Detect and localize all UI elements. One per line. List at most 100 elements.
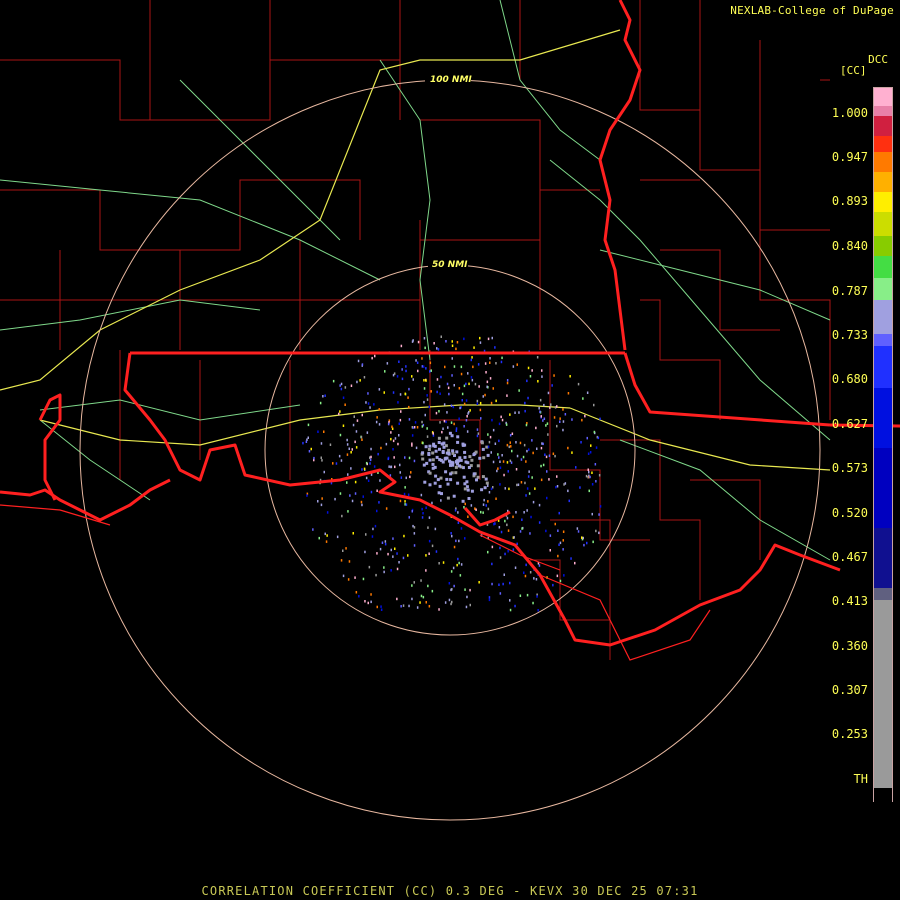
radar-echo (526, 509, 528, 512)
radar-echo (385, 507, 388, 510)
radar-echo (340, 559, 343, 562)
radar-echo (450, 532, 452, 535)
radar-echo (549, 534, 552, 537)
radar-echo (387, 422, 390, 426)
radar-echo (344, 403, 346, 406)
radar-echo (348, 560, 351, 563)
radar-echo (305, 440, 308, 443)
radar-echo (571, 451, 573, 454)
radar-echo (500, 530, 503, 534)
scale-tick: 0.733 (831, 328, 868, 342)
radar-echo (492, 387, 494, 390)
radar-echo (438, 562, 440, 565)
radar-echo (511, 449, 513, 453)
radar-echo (466, 461, 470, 465)
radar-echo (425, 506, 427, 509)
radar-echo (525, 494, 527, 497)
radar-echo (345, 547, 347, 550)
radar-echo (413, 532, 416, 535)
radar-echo (509, 441, 511, 444)
radar-echo (436, 478, 440, 482)
radar-echo (498, 456, 500, 459)
radar-echo (499, 483, 501, 486)
radar-echo (499, 546, 501, 550)
radar-echo (484, 393, 486, 397)
radar-echo (525, 563, 527, 567)
radar-echo (439, 392, 441, 395)
radar-echo (480, 488, 484, 492)
radar-echo (322, 395, 324, 398)
radar-echo (400, 605, 402, 608)
radar-echo (488, 440, 491, 444)
radar-echo (557, 529, 559, 532)
radar-echo (375, 420, 378, 424)
radar-echo (539, 398, 542, 402)
radar-echo (594, 463, 597, 466)
color-scale-bar (873, 87, 893, 803)
radar-echo (456, 462, 459, 466)
radar-echo (371, 535, 374, 538)
radar-echo (465, 382, 467, 386)
radar-echo (523, 443, 526, 447)
radar-echo (463, 425, 465, 428)
radar-echo (460, 365, 463, 369)
radar-echo (453, 545, 456, 549)
radar-echo (482, 511, 484, 514)
radar-echo (409, 475, 411, 479)
radar-echo (404, 503, 406, 506)
scale-tick: 0.787 (831, 284, 868, 298)
radar-echo (515, 511, 517, 514)
radar-echo (454, 471, 458, 475)
scale-swatch (874, 116, 892, 136)
radar-echo (400, 410, 402, 413)
radar-echo (470, 489, 474, 493)
radar-echo (547, 391, 550, 395)
radar-echo (471, 378, 474, 382)
radar-echo (507, 529, 510, 532)
radar-echo (476, 428, 479, 431)
radar-echo (458, 417, 460, 420)
radar-echo (480, 441, 484, 445)
radar-echo (585, 474, 588, 478)
radar-echo (473, 346, 475, 349)
radar-echo (366, 431, 369, 434)
radar-echo (405, 476, 407, 480)
radar-echo (540, 415, 542, 418)
scale-tick: 0.413 (831, 594, 868, 608)
radar-echo (350, 384, 353, 387)
radar-echo (373, 465, 376, 468)
radar-echo (556, 424, 558, 428)
radar-echo (350, 451, 352, 454)
radar-echo (505, 423, 508, 426)
radar-echo (368, 565, 371, 569)
radar-echo (522, 455, 525, 459)
radar-echo (506, 461, 509, 464)
radar-echo (494, 442, 497, 445)
radar-echo (342, 574, 345, 578)
radar-echo (599, 417, 601, 421)
radar-echo (450, 602, 452, 606)
radar-echo (474, 382, 477, 386)
radar-echo (446, 411, 448, 414)
radar-echo (408, 456, 411, 460)
radar-echo (542, 463, 545, 467)
radar-echo (380, 605, 382, 608)
radar-echo (415, 359, 417, 362)
radar-echo (430, 390, 432, 393)
radar-echo (445, 456, 449, 460)
radar-echo (352, 532, 354, 535)
radar-echo (539, 410, 541, 413)
radar-echo (399, 471, 401, 474)
radar-echo (415, 446, 418, 450)
radar-echo (421, 451, 425, 455)
radar-echo (392, 391, 395, 394)
radar-echo (458, 561, 460, 565)
radar-echo (533, 577, 535, 580)
radar-echo (432, 444, 436, 448)
radar-echo (411, 426, 414, 429)
radar-echo (559, 579, 562, 583)
radar-echo (549, 406, 551, 409)
radar-echo (428, 605, 431, 608)
radar-echo (487, 507, 490, 511)
radar-echo (461, 392, 464, 396)
